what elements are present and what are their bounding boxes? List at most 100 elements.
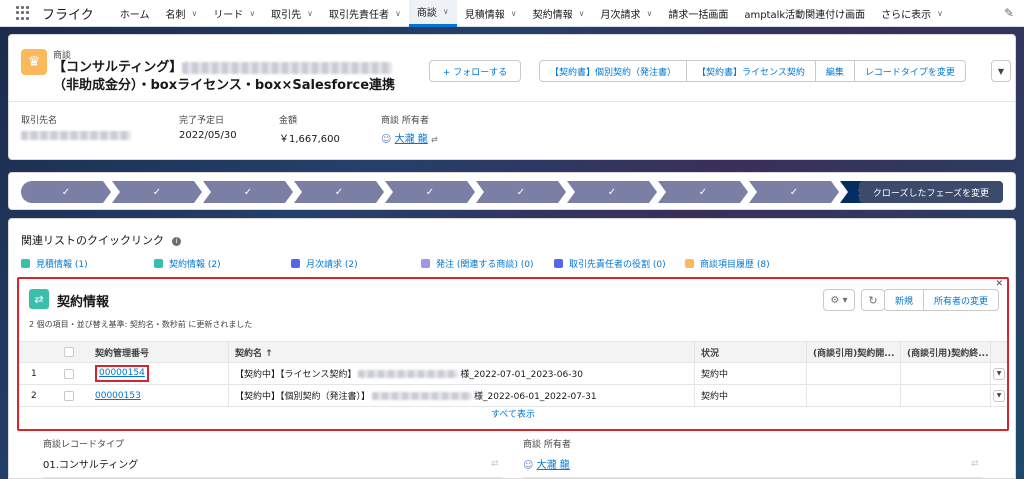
header-action-1[interactable]: 【契約書】ライセンス契約 <box>687 61 816 81</box>
new-button[interactable]: 新規 <box>885 290 924 310</box>
nav-item-6[interactable]: 見積情報 ∨ <box>457 0 525 27</box>
quick-link-0[interactable]: 見積情報 (1) <box>21 257 88 270</box>
contract-id-link[interactable]: 00000154 <box>95 365 149 382</box>
nav-item-4[interactable]: 取引先責任者 ∨ <box>321 0 409 27</box>
col-status[interactable]: 状況 <box>695 342 807 362</box>
contract-related-list: ✕ ⇄ 契約情報 2 個の項目・並び替え基準: 契約名・数秒前 に更新されました… <box>17 277 1009 431</box>
path-step-completed[interactable]: ✓ <box>567 181 657 203</box>
col-contract-name[interactable]: 契約名 ↑ <box>229 342 695 362</box>
quick-link-5[interactable]: 商談項目履歴 (8) <box>685 257 770 270</box>
quick-link-1[interactable]: 契約情報 (2) <box>154 257 221 270</box>
row-checkbox[interactable] <box>64 368 74 379</box>
nav-item-11[interactable]: さらに表示 ∨ <box>873 0 951 27</box>
nav-item-0[interactable]: ホーム <box>112 0 158 27</box>
owner-field: 商談 所有者 ☺ 大瀧 龍 ⇄ <box>381 116 438 145</box>
nav-item-7[interactable]: 契約情報 ∨ <box>525 0 593 27</box>
row-number: 1 <box>31 368 37 379</box>
amount-field: 金額 ￥1,667,600 <box>279 116 340 145</box>
path-step-completed[interactable]: ✓ <box>476 181 566 203</box>
col-contract-id[interactable]: 契約管理番号 <box>89 342 229 362</box>
row-action-menu-icon[interactable]: ▼ <box>993 389 1005 402</box>
select-all-checkbox[interactable] <box>64 347 74 357</box>
nav-item-8[interactable]: 月次請求 ∨ <box>592 0 660 27</box>
path-step-completed[interactable]: ✓ <box>21 181 111 203</box>
change-owner-icon[interactable]: ⇄ <box>971 459 979 469</box>
refresh-icon[interactable]: ↻ <box>861 289 885 311</box>
path-step-completed[interactable]: ✓ <box>749 181 839 203</box>
chevron-down-icon[interactable]: ∨ <box>307 9 313 18</box>
related-list-icon <box>21 259 30 268</box>
bottom-owner-link[interactable]: 大瀧 龍 <box>537 460 570 471</box>
contract-name-cell: 【契約中】【ライセンス契約】 様_2022-07-01_2023-06-30 <box>229 363 695 384</box>
start-cell <box>807 363 901 384</box>
nav-item-1[interactable]: 名刺 ∨ <box>157 0 205 27</box>
change-owner-icon[interactable]: ⇄ <box>431 135 438 144</box>
chevron-down-icon[interactable]: ∨ <box>191 9 197 18</box>
chevron-down-icon[interactable]: ∨ <box>937 9 943 18</box>
close-icon[interactable]: ✕ <box>995 279 1003 289</box>
close-date-field: 完了予定日 2022/05/30 <box>179 116 237 141</box>
chevron-down-icon[interactable]: ∨ <box>579 9 585 18</box>
chevron-down-icon[interactable]: ∨ <box>395 9 401 18</box>
record-header: ♛ 商談 【コンサルティング】 （非助成金分）・boxライセンス・box×Sal… <box>8 34 1016 160</box>
col-contract-start[interactable]: (商談引用)契約開... <box>807 342 901 362</box>
global-nav: フライク ホーム 名刺 ∨ リード ∨ 取引先 ∨ 取引先責任者 ∨ 商談 ∨ 見積情報 ∨ 契約情報 ∨ 月… <box>0 0 1024 27</box>
quick-link-4[interactable]: 取引先責任者の役割 (0) <box>554 257 666 270</box>
nav-item-2[interactable]: リード ∨ <box>205 0 263 27</box>
quick-link-2[interactable]: 月次請求 (2) <box>291 257 358 270</box>
chevron-down-icon[interactable]: ∨ <box>249 9 255 18</box>
path-steps: ✓✓✓✓✓✓✓✓✓10_請求書作成 <box>21 181 937 203</box>
col-contract-end[interactable]: (商談引用)契約終... <box>901 342 991 362</box>
start-cell <box>807 385 901 406</box>
header-action-3[interactable]: レコードタイプを変更 <box>855 61 965 81</box>
path-step-completed[interactable]: ✓ <box>203 181 293 203</box>
path-step-completed[interactable]: ✓ <box>385 181 475 203</box>
chevron-down-icon[interactable]: ∨ <box>443 7 449 16</box>
record-type-field: 商談レコードタイプ 01.コンサルティング <box>43 440 139 471</box>
row-number: 2 <box>31 390 37 401</box>
header-action-0[interactable]: 【契約書】個別契約（発注書） <box>540 61 688 81</box>
table-row: 1 00000154 【契約中】【ライセンス契約】 様_2022-07-01_2023… <box>19 363 1007 385</box>
nav-items: ホーム 名刺 ∨ リード ∨ 取引先 ∨ 取引先責任者 ∨ 商談 ∨ 見積情報 ∨ 契約情報 ∨ 月次請求 ∨ 請… <box>112 0 951 27</box>
nav-item-5[interactable]: 商談 ∨ <box>408 0 457 27</box>
info-icon[interactable]: i <box>172 236 181 246</box>
change-owner-button[interactable]: 所有者の変更 <box>924 290 998 310</box>
nav-item-10[interactable]: amptalk活動関連付け画面 <box>736 0 873 27</box>
chevron-down-icon[interactable]: ∨ <box>646 9 652 18</box>
row-action-menu-icon[interactable]: ▼ <box>993 367 1005 380</box>
contract-list-title[interactable]: 契約情報 <box>57 291 109 310</box>
related-list-icon <box>154 259 163 268</box>
nav-item-9[interactable]: 請求一括画面 <box>660 0 736 27</box>
redacted-text <box>372 391 473 400</box>
header-actions: 【契約書】個別契約（発注書） 【契約書】ライセンス契約 編集 レコードタイプを変更 <box>539 60 966 82</box>
path-step-completed[interactable]: ✓ <box>658 181 748 203</box>
gear-icon[interactable]: ⚙ ▾ <box>823 289 855 311</box>
contract-name-cell: 【契約中】【個別契約（発注書）】 様_2022-06-01_2022-07-31 <box>229 385 695 406</box>
nav-item-3[interactable]: 取引先 ∨ <box>263 0 321 27</box>
related-list-icon <box>291 259 300 268</box>
quick-link-3[interactable]: 発注 (関連する商談) (0) <box>421 257 534 270</box>
edit-nav-icon[interactable]: ✎ <box>1004 6 1014 20</box>
contract-id-link[interactable]: 00000153 <box>95 391 141 401</box>
path-step-completed[interactable]: ✓ <box>294 181 384 203</box>
end-cell <box>901 385 991 406</box>
record-title: 【コンサルティング】 （非助成金分）・boxライセンス・box×Salesfor… <box>53 60 396 93</box>
change-closed-phase-button[interactable]: クローズしたフェーズを変更 <box>858 181 1003 203</box>
follow-button[interactable]: + フォローする <box>429 60 521 82</box>
quick-links-title: 関連リストのクイックリンク i <box>21 232 181 248</box>
contract-list-subtitle: 2 個の項目・並び替え基準: 契約名・数秒前 に更新されました <box>29 320 253 329</box>
contract-icon: ⇄ <box>29 289 49 309</box>
header-action-2[interactable]: 編集 <box>816 61 855 81</box>
redacted-account[interactable] <box>21 130 131 140</box>
path-step-completed[interactable]: ✓ <box>112 181 202 203</box>
owner-link[interactable]: 大瀧 龍 <box>395 134 428 145</box>
view-all-link[interactable]: すべて表示 <box>19 407 1007 420</box>
redacted-text <box>358 369 459 378</box>
row-checkbox[interactable] <box>64 390 74 401</box>
app-launcher-icon[interactable] <box>16 6 30 20</box>
more-actions-button[interactable]: ▼ <box>991 60 1011 82</box>
related-list-icon <box>421 259 430 268</box>
bottom-owner-field: 商談 所有者 ☺ 大瀧 龍 <box>523 440 571 471</box>
chevron-down-icon[interactable]: ∨ <box>511 9 517 18</box>
owner-avatar-icon: ☺ <box>381 134 392 145</box>
